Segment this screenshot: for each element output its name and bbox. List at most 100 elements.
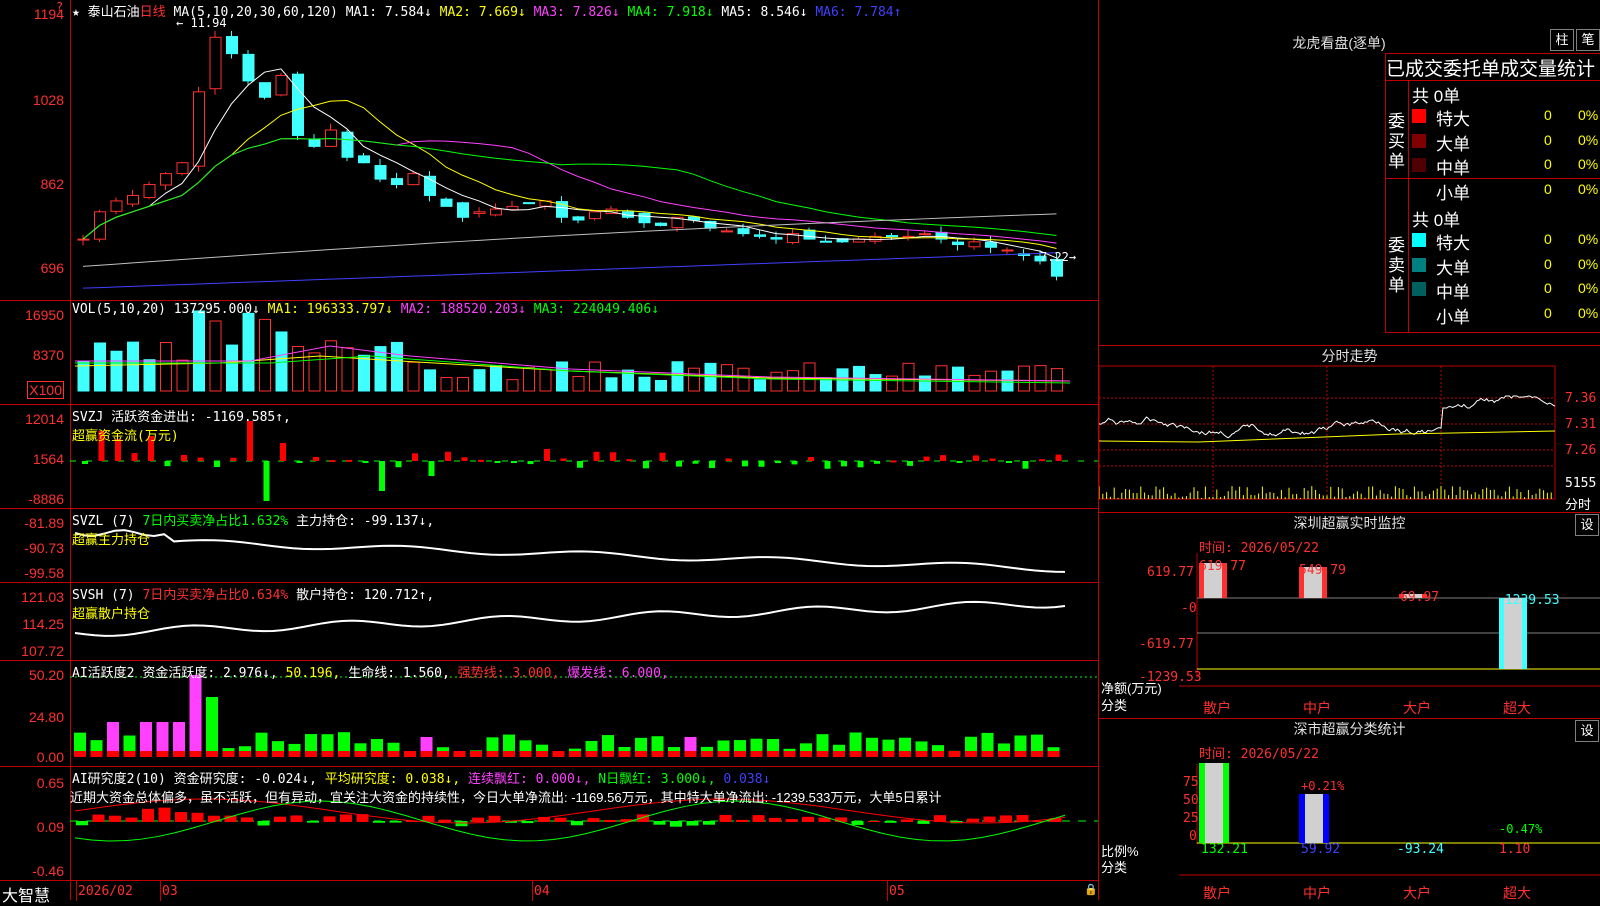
buy-side-label: 委买单 (1388, 112, 1405, 171)
row-pct: 0% (1578, 255, 1599, 272)
app-logo: 大智慧 (2, 888, 51, 905)
research-bar (307, 821, 319, 823)
flow-bar (478, 459, 484, 462)
activity-base (156, 751, 169, 757)
research-bar (472, 817, 484, 822)
star-icon: ★ (72, 5, 80, 20)
research-bar (142, 808, 154, 822)
y-label: 8370 (32, 347, 64, 363)
ma2-value: MA2: 7.669↓ (439, 5, 526, 20)
volume-bar (935, 365, 948, 392)
y-label: 862 (40, 176, 64, 192)
research-bar (901, 819, 913, 822)
flow-bar (643, 461, 649, 469)
sell-side-label: 委卖单 (1388, 236, 1405, 295)
kline-pane[interactable]: ★ 泰山石油日线 MA(5,10,20,30,60,120) MA1: 7.58… (70, 0, 1098, 301)
kline-candle (886, 235, 898, 238)
volume-bar (902, 362, 915, 392)
svsh-subtitle: 超赢散户持仓 (72, 607, 151, 622)
bar-value: -93.24 (1397, 842, 1444, 857)
kline-candle (457, 202, 469, 218)
flow-bar (197, 457, 204, 461)
research-bar (983, 816, 996, 822)
volume-bar (671, 361, 684, 392)
ai-research-v4: N日飘红: 3.000↓, (598, 772, 716, 787)
kline-candle (110, 200, 123, 212)
flow-bar (808, 457, 814, 461)
ai-active-pane[interactable]: AI活跃度2 资金活跃度: 2.976↓, 50.196, 生命线: 1.560… (70, 660, 1098, 767)
category-label: 中户 (1303, 700, 1331, 716)
kline-candle (721, 230, 733, 233)
ai-research-pane[interactable]: AI研究度2(10) 资金研究度: -0.024↓, 平均研究度: 0.038↓… (70, 766, 1098, 881)
kline-candle (506, 205, 519, 211)
volume-bar (160, 341, 172, 392)
bar-value: -1239.53 (1497, 593, 1560, 608)
y-label: -90.73 (24, 540, 64, 556)
activity-base (849, 751, 862, 757)
kline-candle (160, 173, 172, 186)
svsh-pane[interactable]: SVSH (7) 7日内买卖净占比0.634% 散户持仓: 120.712↑, … (70, 582, 1098, 661)
kline-candle (770, 237, 783, 240)
vol-ma1: MA1: 196333.797↓ (267, 302, 393, 317)
flow-bar (1022, 461, 1029, 469)
ma-line (82, 100, 1057, 250)
monitor-panel[interactable]: 深圳超赢实时监控 设 时间: 2026/05/22 619.77 -0 -619… (1099, 512, 1600, 719)
tab-bar-view[interactable]: 柱 (1550, 29, 1574, 51)
research-bar (587, 818, 600, 822)
research-bar (521, 821, 534, 824)
research-bar (125, 817, 138, 822)
activity-base (354, 751, 367, 757)
research-bar (373, 821, 385, 823)
kline-candle (209, 36, 222, 90)
ai-research-v1: 资金研究度: -0.024↓, (173, 772, 317, 787)
flow-bar (692, 461, 699, 464)
ratio-bar-inner (1205, 763, 1223, 843)
research-bar (109, 815, 121, 822)
kline-candle (226, 36, 238, 55)
price-label: 7.36 (1565, 391, 1597, 406)
research-bar (802, 816, 814, 822)
ma3-value: MA3: 7.826↓ (533, 5, 620, 20)
y-label: 114.25 (22, 616, 64, 632)
flow-bar (593, 451, 600, 461)
kline-candle (952, 241, 964, 246)
svzl-pane[interactable]: SVZL (7) 7日内买卖净占比1.632% 主力持仓: -99.137↓, … (70, 508, 1098, 583)
volume-bar (506, 379, 519, 392)
date-tick (532, 881, 533, 901)
lock-icon[interactable]: 🔒 (1084, 883, 1098, 896)
kline-candle (968, 241, 981, 248)
flow-bar (428, 461, 435, 476)
activity-base (437, 751, 449, 757)
period-label[interactable]: 日线 (140, 4, 166, 19)
kline-candle (391, 178, 403, 186)
volume-bar (605, 377, 618, 392)
classify-panel[interactable]: 深市超赢分类统计 设 时间: 2026/05/22 75 50 25 0 比例%… (1099, 718, 1600, 901)
longhu-title: 龙虎看盘(逐单) (1292, 35, 1386, 51)
activity-base (651, 751, 664, 757)
flow-bar (214, 461, 220, 468)
y-label: 16950 (25, 307, 64, 323)
kline-candle (589, 211, 601, 220)
kline-candle (358, 155, 370, 164)
kline-candle (176, 162, 189, 175)
y-label: 696 (40, 260, 64, 276)
volume-pane[interactable]: VOL(5,10,20) 137295.000↓ MA1: 196333.797… (70, 300, 1098, 405)
flow-bar (1055, 454, 1062, 461)
kline-candle (308, 138, 321, 147)
kline-candle (374, 165, 387, 180)
svzj-pane[interactable]: SVZJ 活跃资金进出: -1169.585↑, 超赢资金流(万元) (70, 404, 1098, 509)
buy-divider (1408, 81, 1409, 178)
flow-bar (280, 443, 286, 461)
row-name: 小单 (1436, 183, 1470, 203)
activity-base (684, 751, 697, 757)
intraday-panel[interactable]: 分时走势 7.36 7.31 7.26 5155 分时 (1099, 345, 1600, 513)
kline-candle (820, 240, 832, 243)
activity-base (90, 751, 103, 757)
kline-candle (143, 184, 156, 199)
order-row: 小单 0 0% (1412, 179, 1600, 203)
tab-tick-view[interactable]: 笔 (1576, 29, 1600, 51)
flow-bar (412, 453, 418, 461)
flow-bar (940, 455, 946, 461)
flow-bar (775, 461, 781, 464)
menu-icon[interactable]: ? (56, 0, 63, 14)
